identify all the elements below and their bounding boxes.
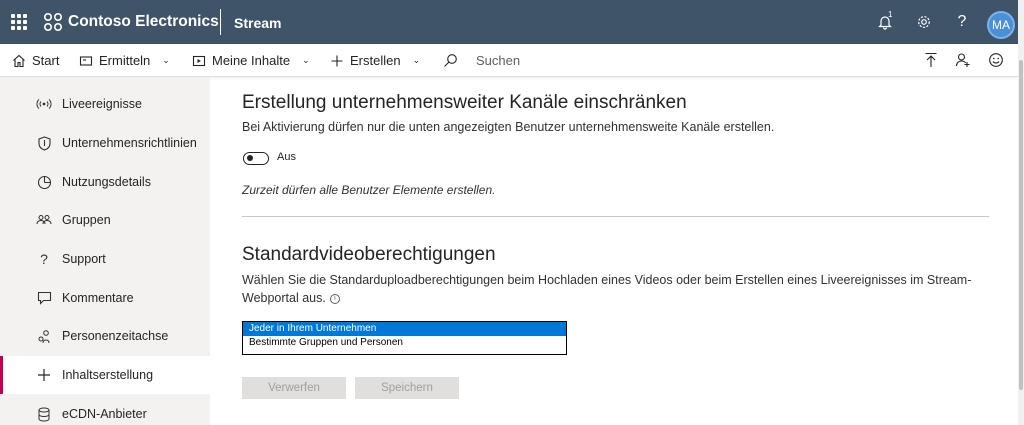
listbox-option-specific-groups[interactable]: Bestimmte Gruppen und Personen (243, 336, 566, 350)
toggle-state-label: Aus (277, 151, 296, 163)
feedback-smiley-icon[interactable] (987, 51, 1005, 69)
sidebar-item-people-timeline[interactable]: Personenzeitachse (0, 317, 210, 355)
settings-gear-icon[interactable] (913, 11, 935, 33)
main-content: Erstellung unternehmensweiter Kanäle ein… (210, 77, 1018, 425)
sidebar-item-groups[interactable]: Gruppen (0, 201, 210, 239)
section-title-default-permissions: Standardvideoberechtigungen (242, 244, 496, 265)
sidebar-item-label: eCDN-Anbieter (62, 407, 147, 421)
notification-bell-icon[interactable] (874, 11, 896, 33)
default-permission-listbox[interactable]: Jeder in Ihrem Unternehmen Bestimmte Gru… (242, 321, 567, 355)
discover-icon (79, 55, 93, 66)
sidebar-item-content-creation[interactable]: Inhaltserstellung (0, 356, 210, 394)
sidebar-item-label: Nutzungsdetails (62, 175, 151, 189)
help-icon[interactable]: ? (951, 11, 973, 33)
sidebar-item-label: Personenzeitachse (62, 329, 169, 343)
chevron-down-icon: ⌄ (302, 55, 310, 65)
nav-my-content-label: Meine Inhalte (212, 53, 291, 68)
pie-chart-icon (36, 174, 52, 190)
sidebar-item-usage-details[interactable]: Nutzungsdetails (0, 163, 210, 201)
sidebar-item-live-events[interactable]: Liveereignisse (0, 85, 210, 123)
restrict-channels-toggle[interactable] (243, 152, 269, 165)
nav-discover[interactable]: Ermitteln ⌄ (79, 44, 170, 77)
section-description-restrict-channels: Bei Aktivierung dürfen nur die unten ang… (242, 120, 775, 134)
question-icon: ? (40, 251, 48, 267)
video-icon (192, 55, 206, 66)
people-icon (36, 212, 52, 228)
current-permission-note: Zurzeit dürfen alle Benutzer Elemente er… (242, 183, 496, 197)
save-button[interactable]: Speichern (355, 377, 459, 399)
sidebar-item-support[interactable]: ? Support (0, 240, 210, 278)
sidebar-item-label: Kommentare (62, 291, 134, 305)
upload-icon[interactable] (922, 51, 940, 69)
sidebar-item-label: Gruppen (62, 213, 111, 227)
section-title-restrict-channels: Erstellung unternehmensweiter Kanäle ein… (242, 92, 687, 113)
section-divider (242, 216, 989, 217)
nav-create[interactable]: Erstellen ⌄ (330, 44, 420, 77)
nav-discover-label: Ermitteln (99, 53, 151, 68)
sidebar-item-company-policies[interactable]: Unternehmensrichtlinien (0, 124, 210, 162)
user-avatar[interactable]: MA (987, 11, 1015, 39)
sidebar-item-label: Liveereignisse (62, 97, 142, 111)
nav-start-label: Start (32, 53, 60, 68)
info-icon[interactable]: i (329, 294, 340, 304)
shield-icon (36, 135, 52, 151)
plus-icon (36, 367, 52, 383)
chevron-down-icon: ⌄ (412, 55, 421, 65)
section-description-default-permissions: Wählen Sie die Standarduploadberechtigun… (242, 271, 1002, 307)
search-box[interactable]: Suchen (443, 44, 520, 77)
search-icon (444, 54, 457, 67)
add-person-icon[interactable] (954, 51, 972, 69)
nav-start[interactable]: Start (12, 44, 59, 77)
notification-count-badge: 1 (888, 10, 893, 19)
header-divider (220, 9, 221, 35)
app-launcher-icon[interactable] (11, 14, 27, 30)
help-glyph: ? (957, 13, 967, 30)
app-name[interactable]: Stream (234, 15, 281, 31)
brand-name[interactable]: Contoso Electronics (68, 13, 219, 31)
comment-icon (36, 290, 52, 306)
sidebar-item-ecdn-provider[interactable]: eCDN-Anbieter (0, 395, 210, 425)
sidebar-item-label: Inhaltserstellung (62, 368, 154, 382)
discard-button[interactable]: Verwerfen (242, 377, 346, 399)
sidebar-item-comments[interactable]: Kommentare (0, 279, 210, 317)
plus-icon (331, 55, 343, 66)
sidebar-item-label: Unternehmensrichtlinien (62, 136, 197, 150)
scrollbar-thumb[interactable] (1019, 60, 1023, 390)
people-timeline-icon (36, 328, 52, 344)
description-text: Wählen Sie die Standarduploadberechtigun… (242, 273, 972, 305)
nav-my-content[interactable]: Meine Inhalte ⌄ (192, 44, 310, 77)
listbox-option-everyone[interactable]: Jeder in Ihrem Unternehmen (243, 322, 566, 336)
admin-sidebar: Liveereignisse Unternehmensrichtlinien N… (0, 77, 210, 425)
nav-create-label: Erstellen (350, 53, 401, 68)
home-icon (13, 54, 25, 67)
search-input[interactable]: Suchen (476, 53, 520, 68)
secondary-nav-bar: Start Ermitteln ⌄ Meine Inhalte ⌄ Erstel… (0, 44, 1018, 77)
contoso-logo-icon (43, 12, 63, 32)
broadcast-icon (36, 96, 52, 112)
page-scrollbar[interactable] (1018, 0, 1024, 425)
sidebar-item-label: Support (62, 252, 106, 266)
chevron-down-icon: ⌄ (162, 55, 170, 65)
top-header-bar: Contoso Electronics Stream 1 ? MA (0, 0, 1018, 44)
database-icon (36, 406, 52, 422)
